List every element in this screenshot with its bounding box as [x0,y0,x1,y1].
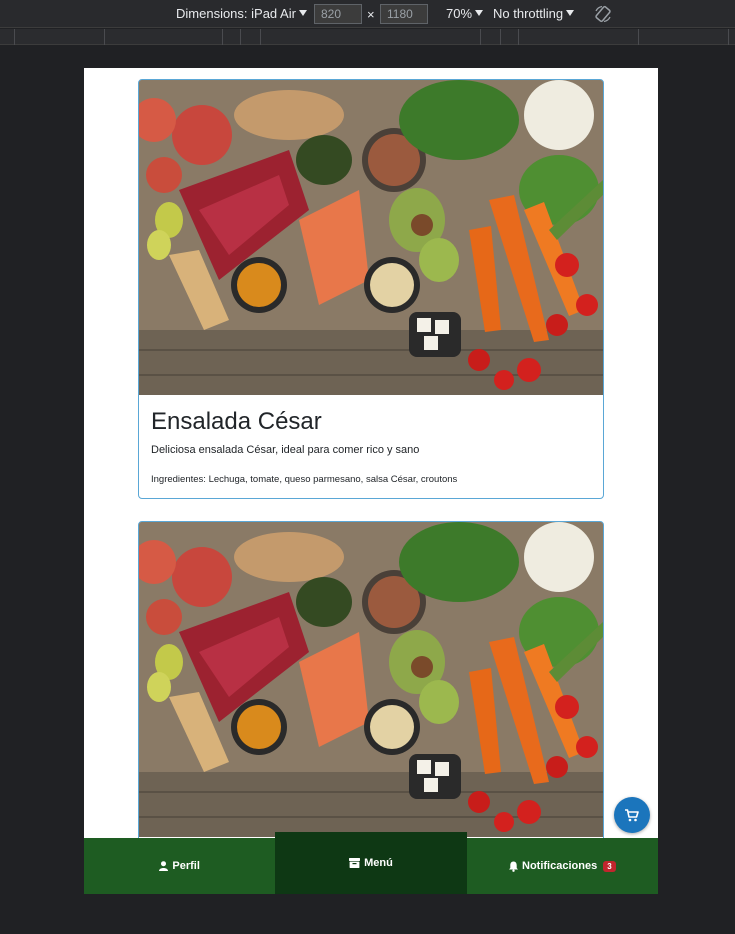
devtools-device-toolbar: Dimensions: iPad Air × 70% No throttling [0,0,735,28]
device-viewport: Ensalada César Deliciosa ensalada César,… [84,68,658,894]
card-description: Deliciosa ensalada César, ideal para com… [151,444,420,456]
zoom-dropdown[interactable]: 70% [446,6,484,21]
device-dimensions-dropdown[interactable]: Dimensions: iPad Air [176,6,307,21]
throttling-label: No throttling [493,6,564,21]
user-icon [159,861,169,871]
cart-icon [625,808,639,821]
chevron-down-icon [566,10,575,16]
chevron-down-icon [475,10,484,16]
nav-item-label: Perfil [172,860,200,872]
product-card[interactable] [138,521,604,851]
nav-item-label: Menú [364,857,393,869]
cart-button[interactable] [614,797,650,833]
chevron-down-icon [298,10,307,16]
nav-item-menu[interactable]: Menú [275,832,467,894]
rotate-icon[interactable] [594,5,612,23]
nav-item-label: Notificaciones [522,860,598,872]
throttling-dropdown[interactable]: No throttling [493,6,575,21]
card-body: Ensalada César Deliciosa ensalada César,… [139,396,603,485]
device-dimensions-label: Dimensions: iPad Air [176,6,296,21]
notification-count-badge: 3 [603,860,616,872]
product-card[interactable]: Ensalada César Deliciosa ensalada César,… [138,79,604,499]
bottom-navigation: Perfil Menú Notificaciones 3 [84,832,658,894]
food-photo [139,522,603,837]
nav-item-notifications[interactable]: Notificaciones 3 [467,838,658,894]
media-query-ruler [0,29,735,45]
menu-card-icon [349,858,361,868]
nav-item-profile[interactable]: Perfil [84,838,275,894]
viewport-height-input[interactable] [380,4,428,24]
dimension-separator: × [367,7,375,22]
card-title: Ensalada César [151,408,322,435]
card-ingredients: Ingredientes: Lechuga, tomate, queso par… [151,474,458,485]
bell-icon [509,861,518,872]
zoom-label: 70% [446,6,473,21]
viewport-width-input[interactable] [314,4,362,24]
food-photo [139,80,603,395]
